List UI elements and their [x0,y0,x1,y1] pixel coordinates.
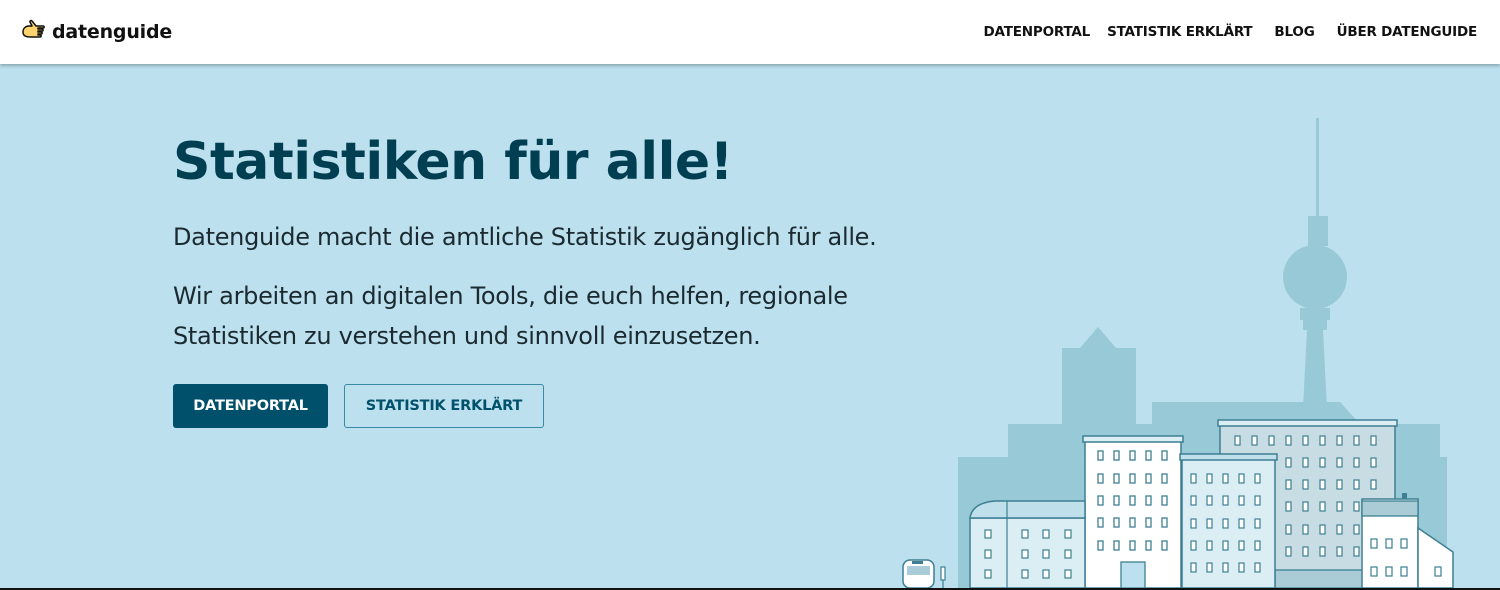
nav-link-statistik-erklaert[interactable]: STATISTIK ERKLÄRT [1107,24,1253,40]
hero-title: Statistiken für alle! [173,132,733,192]
building-middle [1179,453,1278,588]
brand-name: datenguide [52,21,173,43]
city-skyline-illustration [902,118,1454,588]
main-nav: DATENPORTAL STATISTIK ERKLÄRT BLOG ÜBER … [984,24,1478,40]
bus-icon [902,559,946,588]
building-left [969,500,1086,588]
hero-description: Wir arbeiten an digitalen Tools, die euc… [173,282,848,350]
top-navigation-bar: datenguide DATENPORTAL STATISTIK ERKLÄRT… [0,0,1500,64]
nav-link-ueber-datenguide[interactable]: ÜBER DATENGUIDE [1337,24,1478,40]
pointing-hand-icon [22,19,45,38]
nav-link-blog[interactable]: BLOG [1274,24,1314,40]
building-center [1082,435,1184,588]
hero-section: Statistiken für alle! Datenguide macht d… [0,64,1500,588]
datenportal-button[interactable]: DATENPORTAL [173,384,328,428]
brand-home-link[interactable]: datenguide [20,19,172,45]
statistik-erklaert-button[interactable]: STATISTIK ERKLÄRT [344,384,544,428]
nav-link-datenportal[interactable]: DATENPORTAL [984,24,1091,40]
hero-lead-text: Datenguide macht die amtliche Statistik … [173,223,877,251]
